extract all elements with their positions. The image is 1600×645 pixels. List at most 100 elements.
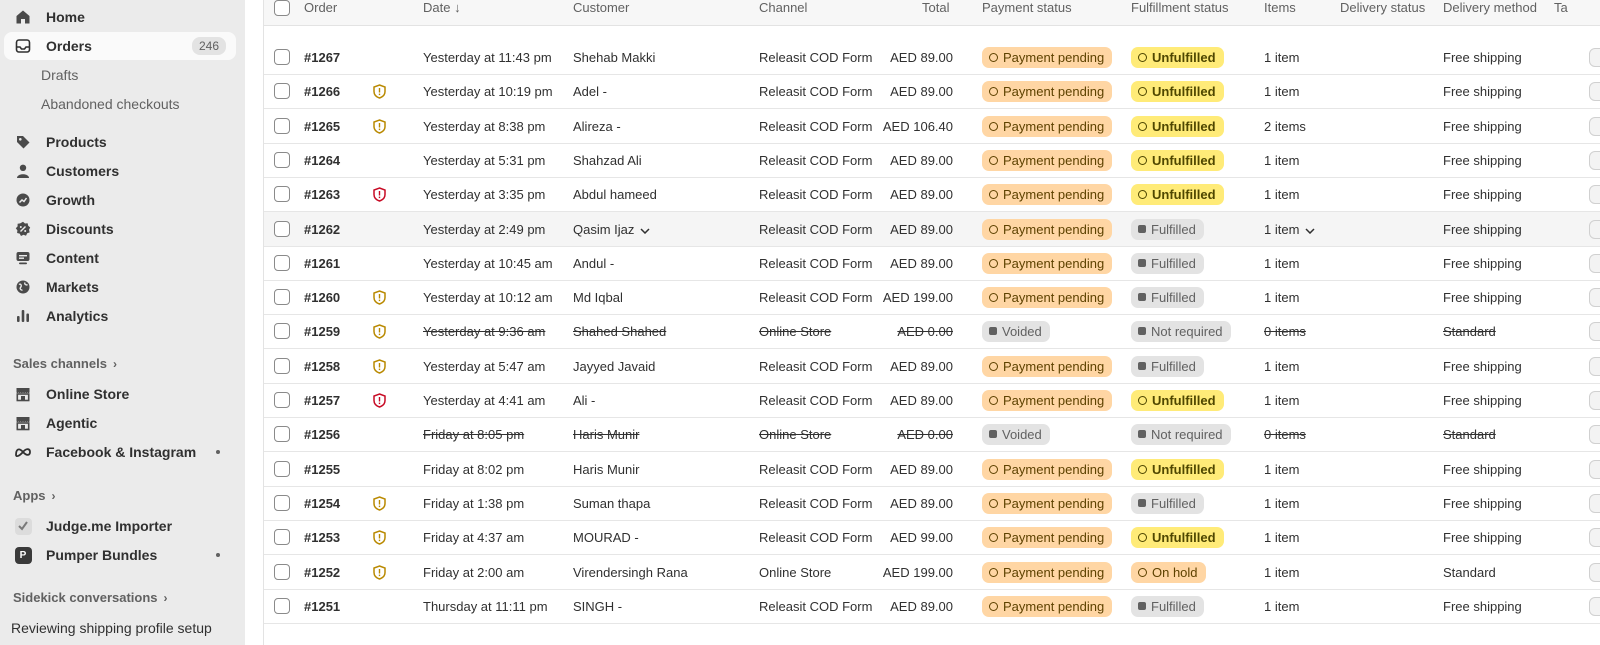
- order-number[interactable]: #1256: [304, 417, 340, 451]
- row-checkbox[interactable]: [274, 495, 290, 511]
- row-checkbox[interactable]: [274, 255, 290, 271]
- nav-agentic[interactable]: Agentic: [4, 409, 236, 437]
- row-checkbox[interactable]: [274, 598, 290, 614]
- row-checkbox[interactable]: [274, 392, 290, 408]
- order-customer[interactable]: Alireza -: [573, 109, 621, 143]
- row-checkbox[interactable]: [274, 426, 290, 442]
- nav-facebook-instagram[interactable]: Facebook & Instagram: [4, 438, 236, 466]
- nav-home[interactable]: Home: [4, 3, 236, 31]
- order-customer[interactable]: Virendersingh Rana: [573, 555, 688, 589]
- order-number[interactable]: #1254: [304, 486, 340, 520]
- order-customer[interactable]: Ali -: [573, 383, 595, 417]
- table-row[interactable]: #1264 Yesterday at 5:31 pm Shahzad Ali Rele…: [264, 143, 1600, 178]
- nav-abandoned-checkouts[interactable]: Abandoned checkouts: [4, 90, 236, 118]
- col-channel[interactable]: Channel: [759, 0, 807, 17]
- order-items[interactable]: 1 item: [1264, 280, 1299, 314]
- order-number[interactable]: #1259: [304, 314, 340, 348]
- sidekick-heading[interactable]: Sidekick conversations ›: [13, 590, 168, 605]
- row-checkbox[interactable]: [274, 461, 290, 477]
- order-items[interactable]: 1 item: [1264, 349, 1299, 383]
- table-row[interactable]: #1261 Yesterday at 10:45 am Andul - Releasi…: [264, 246, 1600, 281]
- order-customer[interactable]: Adel -: [573, 74, 607, 108]
- order-customer[interactable]: MOURAD -: [573, 520, 639, 554]
- order-customer[interactable]: Haris Munir: [573, 452, 639, 486]
- risk-shield-icon[interactable]: [372, 529, 386, 545]
- table-row[interactable]: #1252 Friday at 2:00 am Virendersingh Rana…: [264, 555, 1600, 590]
- order-items[interactable]: 1 item: [1264, 520, 1299, 554]
- order-customer[interactable]: Shahed Shahed: [573, 314, 666, 348]
- row-checkbox[interactable]: [274, 83, 290, 99]
- risk-shield-icon[interactable]: [372, 323, 386, 339]
- order-items[interactable]: 1 item: [1264, 177, 1299, 211]
- row-checkbox[interactable]: [274, 289, 290, 305]
- order-items[interactable]: 1 item: [1264, 486, 1299, 520]
- risk-shield-icon[interactable]: [372, 289, 386, 305]
- risk-shield-icon[interactable]: [372, 564, 386, 580]
- order-number[interactable]: #1255: [304, 452, 340, 486]
- row-checkbox[interactable]: [274, 186, 290, 202]
- col-order[interactable]: Order: [304, 0, 337, 17]
- risk-shield-icon[interactable]: [372, 392, 386, 408]
- table-row[interactable]: #1255 Friday at 8:02 pm Haris Munir Releasi…: [264, 452, 1600, 487]
- order-customer[interactable]: Shehab Makki: [573, 40, 655, 74]
- row-checkbox[interactable]: [274, 529, 290, 545]
- nav-pumper-bundles[interactable]: P Pumper Bundles: [4, 541, 236, 569]
- col-total[interactable]: Total: [922, 0, 949, 17]
- order-items[interactable]: 1 item: [1264, 383, 1299, 417]
- risk-shield-icon[interactable]: [372, 83, 386, 99]
- order-items[interactable]: 2 items: [1264, 109, 1306, 143]
- order-items[interactable]: 1 item: [1264, 555, 1299, 589]
- order-items[interactable]: 1 item: [1264, 452, 1299, 486]
- order-items[interactable]: 1 item: [1264, 589, 1299, 623]
- table-row[interactable]: #1254 Friday at 1:38 pm Suman thapa Releasi…: [264, 486, 1600, 521]
- nav-judgeme-importer[interactable]: Judge.me Importer: [4, 512, 236, 540]
- order-customer[interactable]: Haris Munir: [573, 417, 639, 451]
- row-checkbox[interactable]: [274, 118, 290, 134]
- table-row[interactable]: #1258 Yesterday at 5:47 am Jayyed Javaid Re…: [264, 349, 1600, 384]
- nav-customers[interactable]: Customers: [4, 157, 236, 185]
- order-number[interactable]: #1257: [304, 383, 340, 417]
- row-checkbox[interactable]: [274, 323, 290, 339]
- col-tags[interactable]: Ta: [1554, 0, 1568, 17]
- table-row[interactable]: #1259 Yesterday at 9:36 am Shahed Shahed On…: [264, 314, 1600, 349]
- nav-products[interactable]: Products: [4, 128, 236, 156]
- risk-shield-icon[interactable]: [372, 358, 386, 374]
- order-number[interactable]: #1258: [304, 349, 340, 383]
- col-payment-status[interactable]: Payment status: [982, 0, 1072, 17]
- col-customer[interactable]: Customer: [573, 0, 629, 17]
- table-row[interactable]: #1263 Yesterday at 3:35 pm Abdul hameed Rel…: [264, 177, 1600, 212]
- sidekick-conversation-item[interactable]: Reviewing shipping profile setup: [11, 620, 212, 636]
- order-number[interactable]: #1263: [304, 177, 340, 211]
- order-customer[interactable]: Qasim Ijaz: [573, 212, 650, 246]
- nav-online-store[interactable]: Online Store: [4, 380, 236, 408]
- order-number[interactable]: #1265: [304, 109, 340, 143]
- order-number[interactable]: #1266: [304, 74, 340, 108]
- order-items[interactable]: 1 item: [1264, 246, 1299, 280]
- order-number[interactable]: #1267: [304, 40, 340, 74]
- order-number[interactable]: #1264: [304, 143, 340, 177]
- order-items[interactable]: 1 item: [1264, 212, 1315, 246]
- order-customer[interactable]: SINGH -: [573, 589, 622, 623]
- col-fulfillment-status[interactable]: Fulfillment status: [1131, 0, 1229, 17]
- nav-drafts[interactable]: Drafts: [4, 61, 236, 89]
- col-delivery-status[interactable]: Delivery status: [1340, 0, 1425, 17]
- col-date[interactable]: Date ↓: [423, 0, 461, 17]
- col-delivery-method[interactable]: Delivery method: [1443, 0, 1537, 17]
- table-row[interactable]: #1262 Yesterday at 2:49 pm Qasim Ijaz Relea…: [264, 212, 1600, 247]
- table-row[interactable]: #1251 Thursday at 11:11 pm SINGH - Releasit…: [264, 589, 1600, 624]
- table-row[interactable]: #1267 Yesterday at 11:43 pm Shehab Makki Re…: [264, 40, 1600, 75]
- row-checkbox[interactable]: [274, 221, 290, 237]
- order-number[interactable]: #1251: [304, 589, 340, 623]
- order-items[interactable]: 1 item: [1264, 40, 1299, 74]
- select-all-checkbox[interactable]: [274, 0, 290, 16]
- table-row[interactable]: #1265 Yesterday at 8:38 pm Alireza - Releas…: [264, 109, 1600, 144]
- order-customer[interactable]: Md Iqbal: [573, 280, 623, 314]
- col-items[interactable]: Items: [1264, 0, 1296, 17]
- row-checkbox[interactable]: [274, 49, 290, 65]
- row-checkbox[interactable]: [274, 358, 290, 374]
- nav-discounts[interactable]: Discounts: [4, 215, 236, 243]
- risk-shield-icon[interactable]: [372, 118, 386, 134]
- nav-orders[interactable]: Orders 246: [4, 32, 236, 60]
- sales-channels-heading[interactable]: Sales channels ›: [13, 356, 117, 371]
- order-customer[interactable]: Suman thapa: [573, 486, 650, 520]
